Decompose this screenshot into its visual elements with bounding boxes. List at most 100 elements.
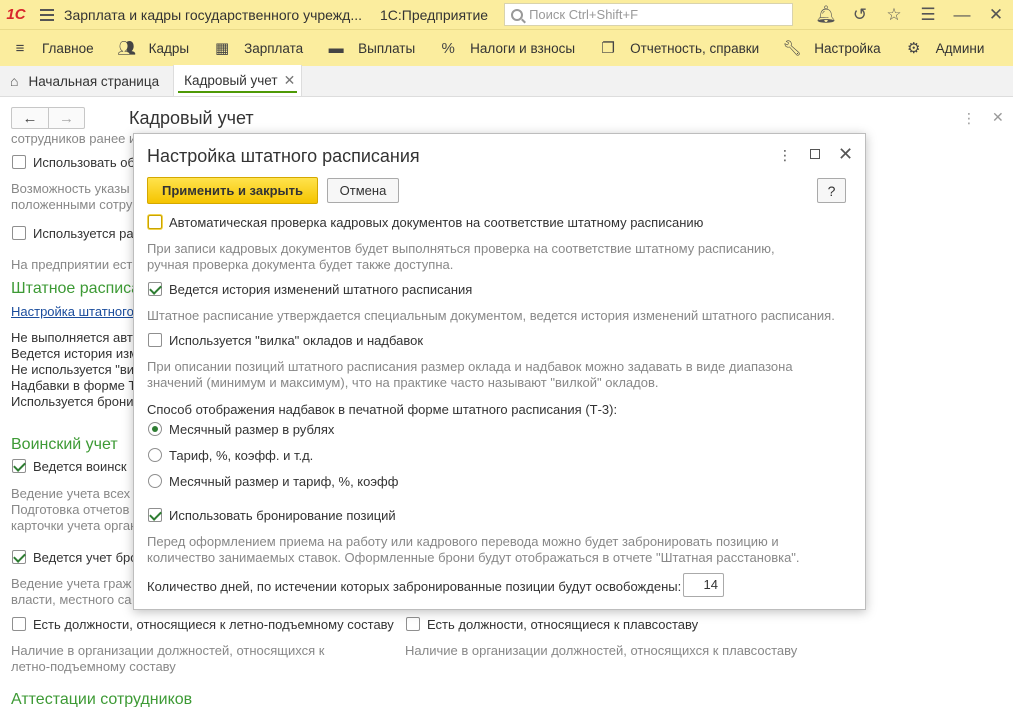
- option-description: количество занимаемых ставок. Оформленны…: [147, 550, 800, 565]
- text-line: Не выполняется авто: [11, 330, 140, 345]
- home-icon: ⌂: [10, 73, 19, 89]
- page-title: Кадровый учет: [129, 108, 254, 128]
- search-input[interactable]: Поиск Ctrl+Shift+F: [504, 3, 794, 26]
- section-settings[interactable]: 🔧︎ Настройка: [772, 30, 893, 66]
- section-salary[interactable]: ▦ Зарплата: [202, 30, 316, 66]
- checkbox-flight-crew[interactable]: [12, 617, 26, 631]
- close-tab-icon[interactable]: ✕: [284, 72, 296, 89]
- option-description: значений (минимум и максимум), что на пр…: [147, 375, 659, 390]
- radio-label: Месячный размер в рублях: [169, 422, 335, 437]
- checkbox-label: Использовать бронирование позиций: [169, 508, 396, 523]
- text-line: карточки учета орган: [11, 518, 138, 533]
- text-line: Наличие в организации должностей, относя…: [11, 643, 325, 658]
- text-line: Подготовка отчетов д: [11, 502, 141, 517]
- checkbox-label: Ведется учет бро: [33, 550, 138, 565]
- text-line: Надбавки в форме Т: [11, 378, 137, 393]
- checkbox-label: Использовать об: [33, 155, 135, 170]
- checkbox-label: Ведется история изменений штатного распи…: [169, 282, 473, 297]
- checkbox-label: Используется ра: [33, 226, 134, 241]
- option-description: ручная проверка документа будет также до…: [147, 257, 454, 272]
- dialog-close-icon[interactable]: ✕: [838, 144, 853, 165]
- app-title: Зарплата и кадры государственного учрежд…: [64, 6, 362, 23]
- hamburger-icon: [40, 13, 54, 16]
- checkbox-booking[interactable]: [148, 508, 162, 522]
- text-line: Ведется история изм: [11, 346, 139, 361]
- text-line: Не используется "ви: [11, 362, 135, 377]
- text-line: власти, местного са: [11, 592, 132, 607]
- home-icon: ≡: [15, 39, 25, 57]
- text-line: Ведение учета граж: [11, 576, 132, 591]
- radio-tariff[interactable]: [148, 448, 162, 462]
- notifications-bell-icon[interactable]: 🔔︎: [809, 0, 843, 29]
- radio-label: Тариф, %, коэфф. и т.д.: [169, 448, 314, 463]
- people-icon: 👥︎: [117, 40, 137, 57]
- checkbox-history[interactable]: [148, 282, 162, 296]
- section-heading-staffing: Штатное расписа: [11, 280, 141, 297]
- favorites-star-icon[interactable]: ☆: [877, 0, 911, 29]
- open-windows-tabs: ⌂ Начальная страница Кадровый учет ✕: [0, 65, 1013, 97]
- section-reports[interactable]: ❐ Отчетность, справки: [588, 30, 772, 66]
- section-heading-military: Воинский учет: [11, 436, 118, 453]
- checkbox-label: Есть должности, относящиеся к летно-подъ…: [33, 617, 394, 632]
- wrench-icon: 🔧︎: [782, 40, 802, 57]
- checkbox[interactable]: [12, 550, 26, 564]
- tab-home-page[interactable]: ⌂ Начальная страница: [0, 66, 173, 96]
- radio-monthly-and-tariff[interactable]: [148, 474, 162, 488]
- checkbox-label: Ведется воинск: [33, 459, 127, 474]
- checkbox-auto-check[interactable]: [148, 215, 162, 229]
- back-arrow-icon[interactable]: ←: [12, 108, 48, 128]
- text-line: положенными сотру: [11, 197, 133, 212]
- form-more-icon[interactable]: ⋮: [962, 110, 976, 127]
- checkbox[interactable]: [12, 155, 26, 169]
- history-icon[interactable]: ↺: [843, 0, 877, 29]
- checkbox-ship-crew[interactable]: [406, 617, 420, 631]
- option-description: При записи кадровых документов будет вып…: [147, 241, 775, 256]
- close-app-icon[interactable]: ✕: [979, 0, 1013, 29]
- forward-arrow-icon[interactable]: →: [47, 108, 84, 128]
- reports-icon: ❐: [601, 40, 615, 57]
- section-hr[interactable]: 👥︎ Кадры: [107, 30, 202, 66]
- checkbox-salary-range[interactable]: [148, 333, 162, 347]
- days-input[interactable]: 14: [683, 573, 724, 597]
- calculator-icon: ▦: [214, 40, 230, 57]
- staffing-settings-link[interactable]: Настройка штатного: [11, 304, 134, 319]
- text-line: сотрудников ранее и: [11, 131, 137, 146]
- option-description: При описании позиций штатного расписания…: [147, 359, 793, 374]
- text-line: Используется брони: [11, 394, 134, 409]
- section-payments[interactable]: ▬ Выплаты: [316, 30, 428, 66]
- text-line: Ведение учета всех: [11, 486, 131, 501]
- checkbox[interactable]: [12, 459, 26, 473]
- days-label: Количество дней, по истечении которых за…: [147, 579, 682, 594]
- staffing-settings-dialog: Настройка штатного расписания ⋮ ✕ Примен…: [133, 133, 866, 610]
- tab-hr-accounting[interactable]: Кадровый учет ✕: [173, 65, 303, 96]
- main-menu-button[interactable]: [32, 0, 62, 29]
- text-line: Возможность указы: [11, 181, 130, 196]
- menu-hamburger-icon[interactable]: ☰: [911, 0, 945, 29]
- gear-icon: ⚙: [906, 40, 921, 57]
- help-button[interactable]: ?: [817, 178, 846, 203]
- section-taxes[interactable]: % Налоги и взносы: [428, 30, 588, 66]
- maximize-icon[interactable]: [810, 149, 820, 159]
- search-placeholder: Поиск Ctrl+Shift+F: [529, 7, 639, 22]
- checkbox-label: Используется "вилка" окладов и надбавок: [169, 333, 424, 348]
- apply-and-close-button[interactable]: Применить и закрыть: [147, 177, 318, 204]
- text-line: Наличие в организации должностей, относя…: [405, 643, 798, 658]
- cancel-button[interactable]: Отмена: [327, 178, 399, 203]
- percent-icon: %: [441, 39, 455, 57]
- sections-panel: ≡ Главное 👥︎ Кадры ▦ Зарплата ▬ Выплаты % Нал…: [0, 29, 1013, 66]
- 1c-logo: 1С: [6, 6, 26, 23]
- minimize-icon[interactable]: —: [945, 0, 979, 29]
- title-bar: 1С Зарплата и кадры государственного учр…: [0, 0, 1013, 29]
- radio-group-label: Способ отображения надбавок в печатной ф…: [147, 402, 618, 417]
- dialog-title: Настройка штатного расписания: [147, 146, 420, 166]
- section-admin[interactable]: ⚙ Админи: [894, 30, 998, 66]
- checkbox[interactable]: [12, 226, 26, 240]
- section-main[interactable]: ≡ Главное: [0, 30, 107, 66]
- text-line: летно-подъемному составу: [11, 659, 176, 674]
- radio-monthly-rub[interactable]: [148, 422, 162, 436]
- option-description: Штатное расписание утверждается специаль…: [147, 308, 835, 323]
- dialog-more-icon[interactable]: ⋮: [778, 147, 792, 164]
- option-description: Перед оформлением приема на работу или к…: [147, 534, 779, 549]
- form-close-icon[interactable]: ✕: [992, 109, 1004, 126]
- wallet-icon: ▬: [328, 39, 344, 57]
